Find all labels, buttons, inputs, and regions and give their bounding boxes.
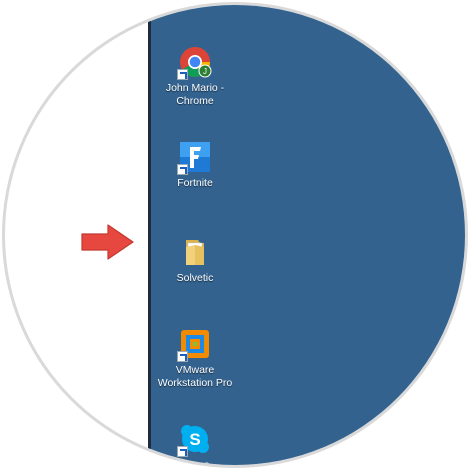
folder-icon (178, 235, 212, 269)
fortnite-icon (177, 140, 212, 175)
desktop-icon-solvetic-folder[interactable]: Solvetic (149, 235, 241, 285)
chrome-icon: J (177, 45, 212, 80)
icon-label: John Mario - (165, 82, 225, 94)
icon-label: Solvetic (176, 272, 214, 284)
shortcut-arrow-icon (177, 351, 188, 362)
desktop-icon-fortnite[interactable]: Fortnite (149, 140, 241, 190)
svg-text:J: J (203, 67, 207, 76)
vmware-icon (177, 327, 212, 362)
desktop-icon-skype[interactable]: S Skype (149, 422, 241, 468)
shortcut-arrow-icon (177, 69, 188, 80)
skype-icon: S (177, 422, 212, 457)
shortcut-arrow-icon (177, 164, 188, 175)
shortcut-arrow-icon (177, 446, 188, 457)
icon-label: Skype (180, 459, 210, 468)
desktop-icon-vmware[interactable]: VMware Workstation Pro (149, 327, 241, 389)
circular-crop-frame: J John Mario - Chrome Fortnite Solvetic … (2, 2, 468, 468)
icon-label: Fortnite (177, 177, 213, 189)
red-arrow-icon (81, 224, 134, 260)
icon-label: Workstation Pro (157, 376, 233, 389)
icon-label: VMware (175, 364, 215, 376)
desktop-icon-chrome[interactable]: J John Mario - Chrome (149, 45, 241, 107)
icon-label: Chrome (176, 94, 214, 107)
svg-text:S: S (189, 430, 200, 449)
